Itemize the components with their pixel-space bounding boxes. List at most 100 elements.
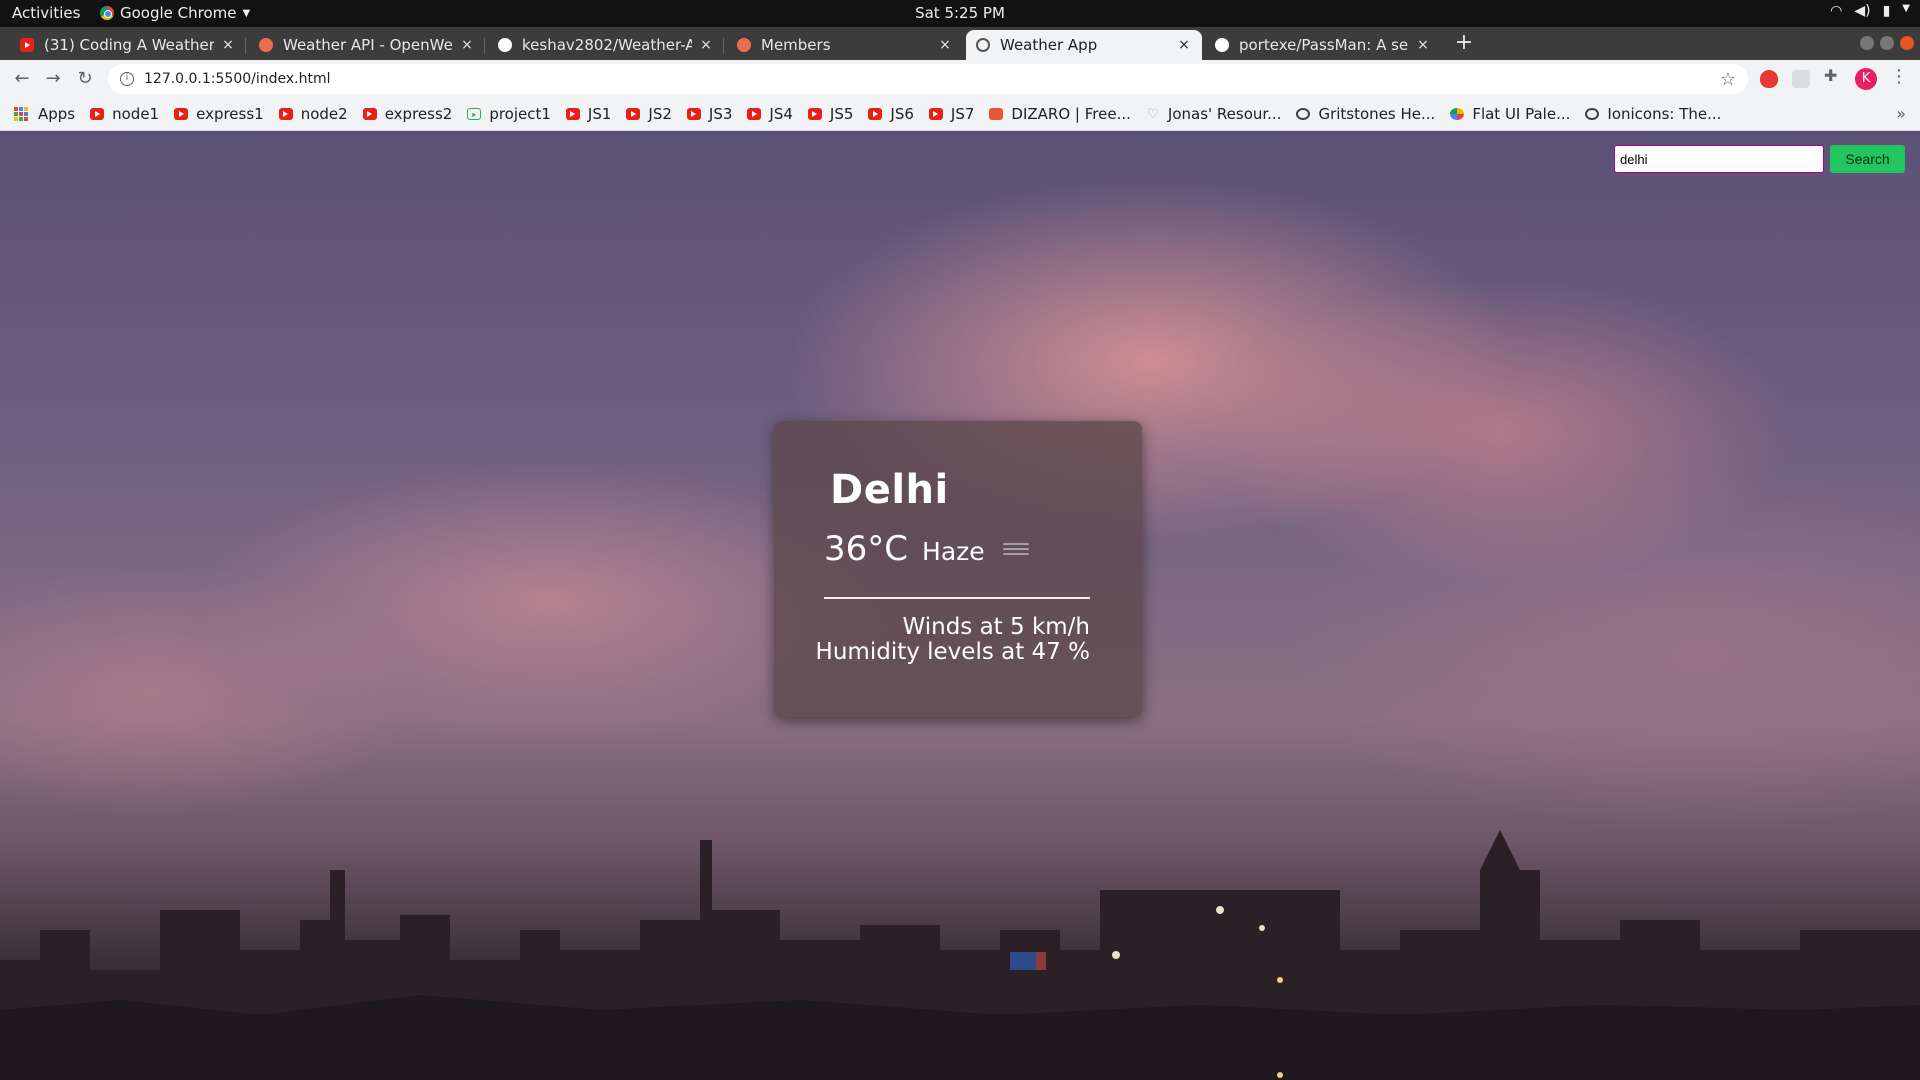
close-window-button[interactable] — [1900, 36, 1914, 50]
bookmark-gritstones[interactable]: Gritstones He... — [1296, 105, 1435, 123]
apps-grid-icon — [14, 107, 28, 121]
youtube-icon — [928, 108, 943, 120]
bookmark-label: Ionicons: The... — [1607, 105, 1722, 123]
bookmarks-overflow-icon[interactable]: » — [1896, 104, 1906, 123]
system-tray[interactable]: ◠ ◀) ▮ ▼ — [1830, 3, 1910, 19]
humidity-level: Humidity levels at 47 % — [815, 639, 1090, 665]
weather-card: Delhi 36°C Haze Winds at 5 km/h Humidity… — [774, 421, 1142, 717]
bookmark-label: node2 — [300, 105, 348, 123]
youtube-icon — [868, 108, 883, 120]
search-input[interactable] — [1614, 145, 1824, 173]
activities-button[interactable]: Activities — [12, 4, 80, 22]
tab-title: Members — [761, 36, 831, 54]
close-icon[interactable]: × — [698, 37, 714, 53]
browser-toolbar: ← → ↻ i 127.0.0.1:5500/index.html ☆ ✚ K … — [0, 60, 1920, 98]
bookmark-label: JS7 — [950, 105, 975, 123]
youtube-icon — [747, 108, 762, 120]
bookmark-star-icon[interactable]: ☆ — [1720, 69, 1736, 90]
youtube-icon — [278, 108, 293, 120]
app-menu[interactable]: Google Chrome ▼ — [100, 4, 250, 22]
bookmark-js1[interactable]: JS1 — [565, 105, 611, 123]
bookmark-project1[interactable]: ▸ project1 — [467, 105, 551, 123]
kebab-menu-icon[interactable]: ⋮ — [1890, 66, 1908, 87]
app-menu-label: Google Chrome — [120, 4, 237, 22]
tab-weather-app[interactable]: Weather App × — [966, 30, 1202, 60]
bookmark-js7[interactable]: JS7 — [928, 105, 975, 123]
bookmark-js3[interactable]: JS3 — [686, 105, 732, 123]
bookmark-js6[interactable]: JS6 — [868, 105, 914, 123]
bookmark-node1[interactable]: node1 — [90, 105, 159, 123]
bookmark-label: JS2 — [648, 105, 672, 123]
search-button[interactable]: Search — [1830, 145, 1905, 173]
bookmark-ionicons[interactable]: Ionicons: The... — [1585, 105, 1721, 123]
temperature-row: 36°C Haze — [824, 529, 1029, 569]
bookmark-express1[interactable]: express1 — [174, 105, 264, 123]
system-clock[interactable]: Sat 5:25 PM — [0, 4, 1920, 22]
close-icon[interactable]: × — [1415, 37, 1431, 53]
bookmark-label: project1 — [489, 105, 551, 123]
extension-icon[interactable] — [1792, 70, 1810, 88]
reload-icon[interactable]: ↻ — [73, 67, 97, 91]
close-icon[interactable]: × — [1176, 37, 1192, 53]
bookmark-jonas-resources[interactable]: ♡ Jonas' Resour... — [1146, 105, 1281, 123]
chrome-icon — [100, 6, 114, 20]
maximize-button[interactable] — [1880, 36, 1894, 50]
divider — [824, 597, 1090, 599]
weather-app-page: Search Delhi 36°C Haze Winds at 5 km/h H… — [0, 131, 1920, 1080]
project-icon: ▸ — [467, 108, 482, 120]
bookmark-dizaro[interactable]: DIZARO | Free... — [989, 105, 1131, 123]
address-url: 127.0.0.1:5500/index.html — [144, 71, 331, 87]
tab-title: keshav2802/Weather-App — [522, 36, 692, 54]
heart-icon: ♡ — [1147, 106, 1159, 122]
system-top-bar: Activities Google Chrome ▼ Sat 5:25 PM ◠… — [0, 0, 1920, 27]
bookmark-label: JS5 — [829, 105, 854, 123]
bookmark-express2[interactable]: express2 — [362, 105, 452, 123]
weather-condition: Haze — [922, 537, 985, 566]
tab-members[interactable]: Members × — [727, 30, 963, 60]
dizaro-icon — [989, 108, 1004, 120]
github-icon — [498, 38, 512, 52]
puzzle-icon[interactable]: ✚ — [1824, 66, 1842, 85]
youtube-icon — [626, 108, 641, 120]
back-arrow-icon[interactable]: ← — [10, 67, 34, 91]
tab-coding-weather-app[interactable]: (31) Coding A Weather Ap × — [10, 30, 246, 60]
close-icon[interactable]: × — [459, 37, 475, 53]
address-bar[interactable]: i 127.0.0.1:5500/index.html ☆ — [108, 64, 1748, 94]
new-tab-button[interactable]: + — [1452, 30, 1476, 55]
youtube-icon — [686, 108, 701, 120]
tab-title: (31) Coding A Weather Ap — [44, 36, 214, 54]
bookmark-node2[interactable]: node2 — [278, 105, 348, 123]
tab-strip: (31) Coding A Weather Ap × Weather API -… — [0, 27, 1920, 60]
youtube-icon — [565, 108, 580, 120]
youtube-icon — [20, 38, 34, 52]
tab-passman[interactable]: portexe/PassMan: A secu × — [1205, 30, 1441, 60]
youtube-icon — [90, 108, 105, 120]
bookmark-flat-ui[interactable]: Flat UI Pale... — [1450, 105, 1570, 123]
bookmark-label: node1 — [112, 105, 160, 123]
bookmark-apps[interactable]: Apps — [14, 105, 75, 123]
bookmark-js4[interactable]: JS4 — [747, 105, 793, 123]
bookmark-label: Gritstones He... — [1318, 105, 1436, 123]
github-icon — [1215, 38, 1229, 52]
chevron-down-icon: ▼ — [242, 7, 251, 19]
bookmark-js2[interactable]: JS2 — [626, 105, 672, 123]
temperature: 36°C — [824, 529, 909, 569]
tab-keshav-weather-app[interactable]: keshav2802/Weather-App × — [488, 30, 724, 60]
volume-icon: ◀) — [1854, 3, 1871, 19]
openweather-icon — [737, 38, 751, 52]
minimize-button[interactable] — [1860, 36, 1874, 50]
bookmarks-bar: Apps node1 express1 node2 express2 ▸ proj… — [0, 98, 1920, 131]
profile-avatar[interactable]: K — [1855, 68, 1877, 90]
forward-arrow-icon[interactable]: → — [41, 67, 65, 91]
chevron-down-icon: ▼ — [1902, 3, 1910, 14]
battery-icon: ▮ — [1882, 3, 1891, 19]
window-controls — [1860, 36, 1914, 50]
site-info-icon[interactable]: i — [120, 72, 134, 86]
close-icon[interactable]: × — [220, 37, 236, 53]
youtube-icon — [174, 108, 189, 120]
close-icon[interactable]: × — [937, 37, 953, 53]
wifi-icon: ◠ — [1830, 3, 1843, 19]
shield-extension-icon[interactable] — [1760, 70, 1778, 88]
bookmark-js5[interactable]: JS5 — [807, 105, 854, 123]
tab-weather-api[interactable]: Weather API - OpenWeat × — [249, 30, 485, 60]
